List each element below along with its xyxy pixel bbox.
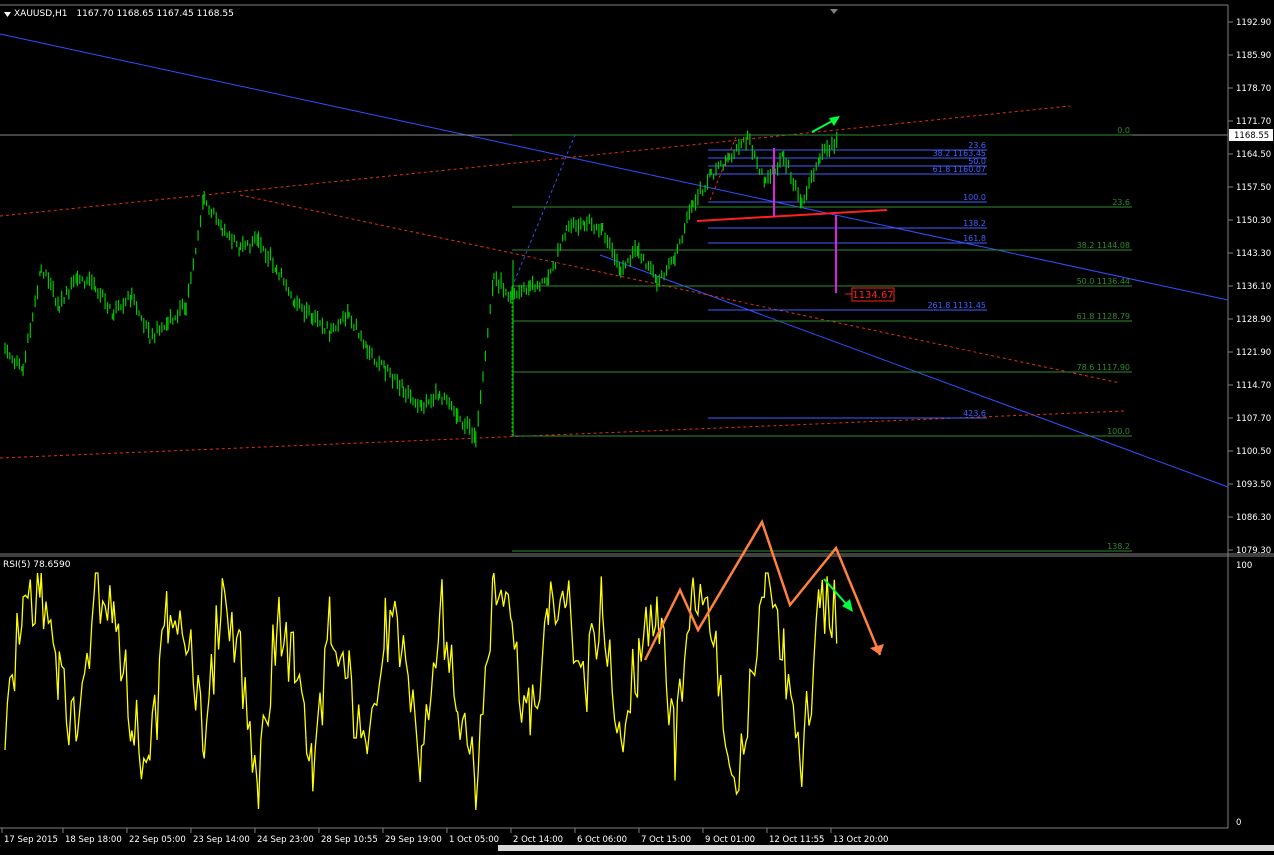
- fib-primary-label: 100.0: [1107, 427, 1130, 436]
- fib-secondary-label: 261.8 1131.45: [927, 301, 986, 310]
- time-tick-label: 2 Oct 14:00: [513, 835, 563, 845]
- rsi-header: RSI(5) 78.6590: [3, 560, 70, 570]
- time-tick-label: 6 Oct 06:00: [577, 835, 627, 845]
- price-tick-label: 1157.50: [1236, 183, 1271, 193]
- price-tick-label: 1178.70: [1236, 84, 1271, 94]
- time-tick-label: 1 Oct 05:00: [449, 835, 499, 845]
- price-chart-canvas[interactable]: 0.0 23.6 38.2 1144.08 50.0 1136.44 61.8 1128…: [0, 0, 1274, 851]
- price-tick-label: 1136.10: [1236, 282, 1271, 292]
- time-tick-label: 9 Oct 01:00: [705, 835, 755, 845]
- price-tick-label: 1164.50: [1236, 150, 1271, 160]
- target-price-label: 1134.67: [852, 290, 893, 301]
- time-tick-label: 17 Sep 2015: [4, 835, 58, 845]
- price-tick-label: 1100.50: [1236, 447, 1271, 457]
- price-tick-label: 1171.70: [1236, 117, 1271, 127]
- time-tick-label: 7 Oct 15:00: [641, 835, 691, 845]
- rsi-label: RSI(5) 78.6590: [3, 560, 71, 570]
- fib-primary-label: 23.6: [1112, 198, 1130, 207]
- price-tick-label: 1121.90: [1236, 348, 1271, 358]
- chart-window[interactable]: 0.0 23.6 38.2 1144.08 50.0 1136.44 61.8 1128…: [0, 0, 1274, 851]
- fib-secondary-label: 61.8 1160.07: [933, 165, 986, 174]
- ohlc-label: 1167.70 1168.65 1167.45 1168.55: [76, 9, 234, 19]
- time-tick-label: 29 Sep 19:00: [385, 835, 442, 845]
- fib-primary-label: 0.0: [1117, 126, 1130, 135]
- chart-header: XAUUSD,H1 1167.70 1168.65 1167.45 1168.5…: [14, 9, 234, 19]
- horizontal-scrollbar: [498, 845, 1274, 851]
- fib-secondary-label: 423.6: [963, 409, 986, 418]
- time-tick-label: 24 Sep 23:00: [257, 835, 314, 845]
- fib-primary-label: 78.6 1117.90: [1077, 363, 1130, 372]
- time-tick-label: 23 Sep 14:00: [193, 835, 250, 845]
- fib-secondary-label: 161.8: [963, 234, 986, 243]
- rsi-axis-top: 100: [1236, 561, 1252, 571]
- time-tick-label: 28 Sep 10:55: [321, 835, 378, 845]
- price-tick-label: 1086.30: [1236, 513, 1271, 523]
- current-price-label: 1168.55: [1234, 131, 1269, 141]
- chart-background: [0, 0, 1274, 851]
- symbol-label: XAUUSD,H1: [14, 9, 68, 19]
- fib-primary-label: 61.8 1128.79: [1077, 312, 1130, 321]
- fib-secondary-label: 100.0: [963, 193, 986, 202]
- price-tick-label: 1093.50: [1236, 480, 1271, 490]
- time-tick-label: 13 Oct 20:00: [833, 835, 888, 845]
- fib-primary-label: 50.0 1136.44: [1077, 277, 1130, 286]
- price-tick-label: 1192.90: [1236, 18, 1271, 28]
- time-tick-label: 12 Oct 11:55: [769, 835, 824, 845]
- price-tick-label: 1143.30: [1236, 249, 1271, 259]
- fib-secondary-label: 138.2: [963, 219, 986, 228]
- price-tick-label: 1107.70: [1236, 414, 1271, 424]
- rsi-axis-bottom: 0: [1236, 818, 1241, 828]
- price-tick-label: 1079.30: [1236, 546, 1271, 556]
- fib-primary-label: 38.2 1144.08: [1077, 241, 1130, 250]
- fib-primary-label: 138.2: [1107, 542, 1130, 551]
- price-tick-label: 1185.90: [1236, 51, 1271, 61]
- time-tick-label: 18 Sep 18:00: [65, 835, 122, 845]
- price-tick-label: 1114.70: [1236, 381, 1271, 391]
- price-tick-label: 1150.30: [1236, 216, 1271, 226]
- price-tick-label: 1128.90: [1236, 315, 1271, 325]
- time-tick-label: 22 Sep 05:00: [129, 835, 186, 845]
